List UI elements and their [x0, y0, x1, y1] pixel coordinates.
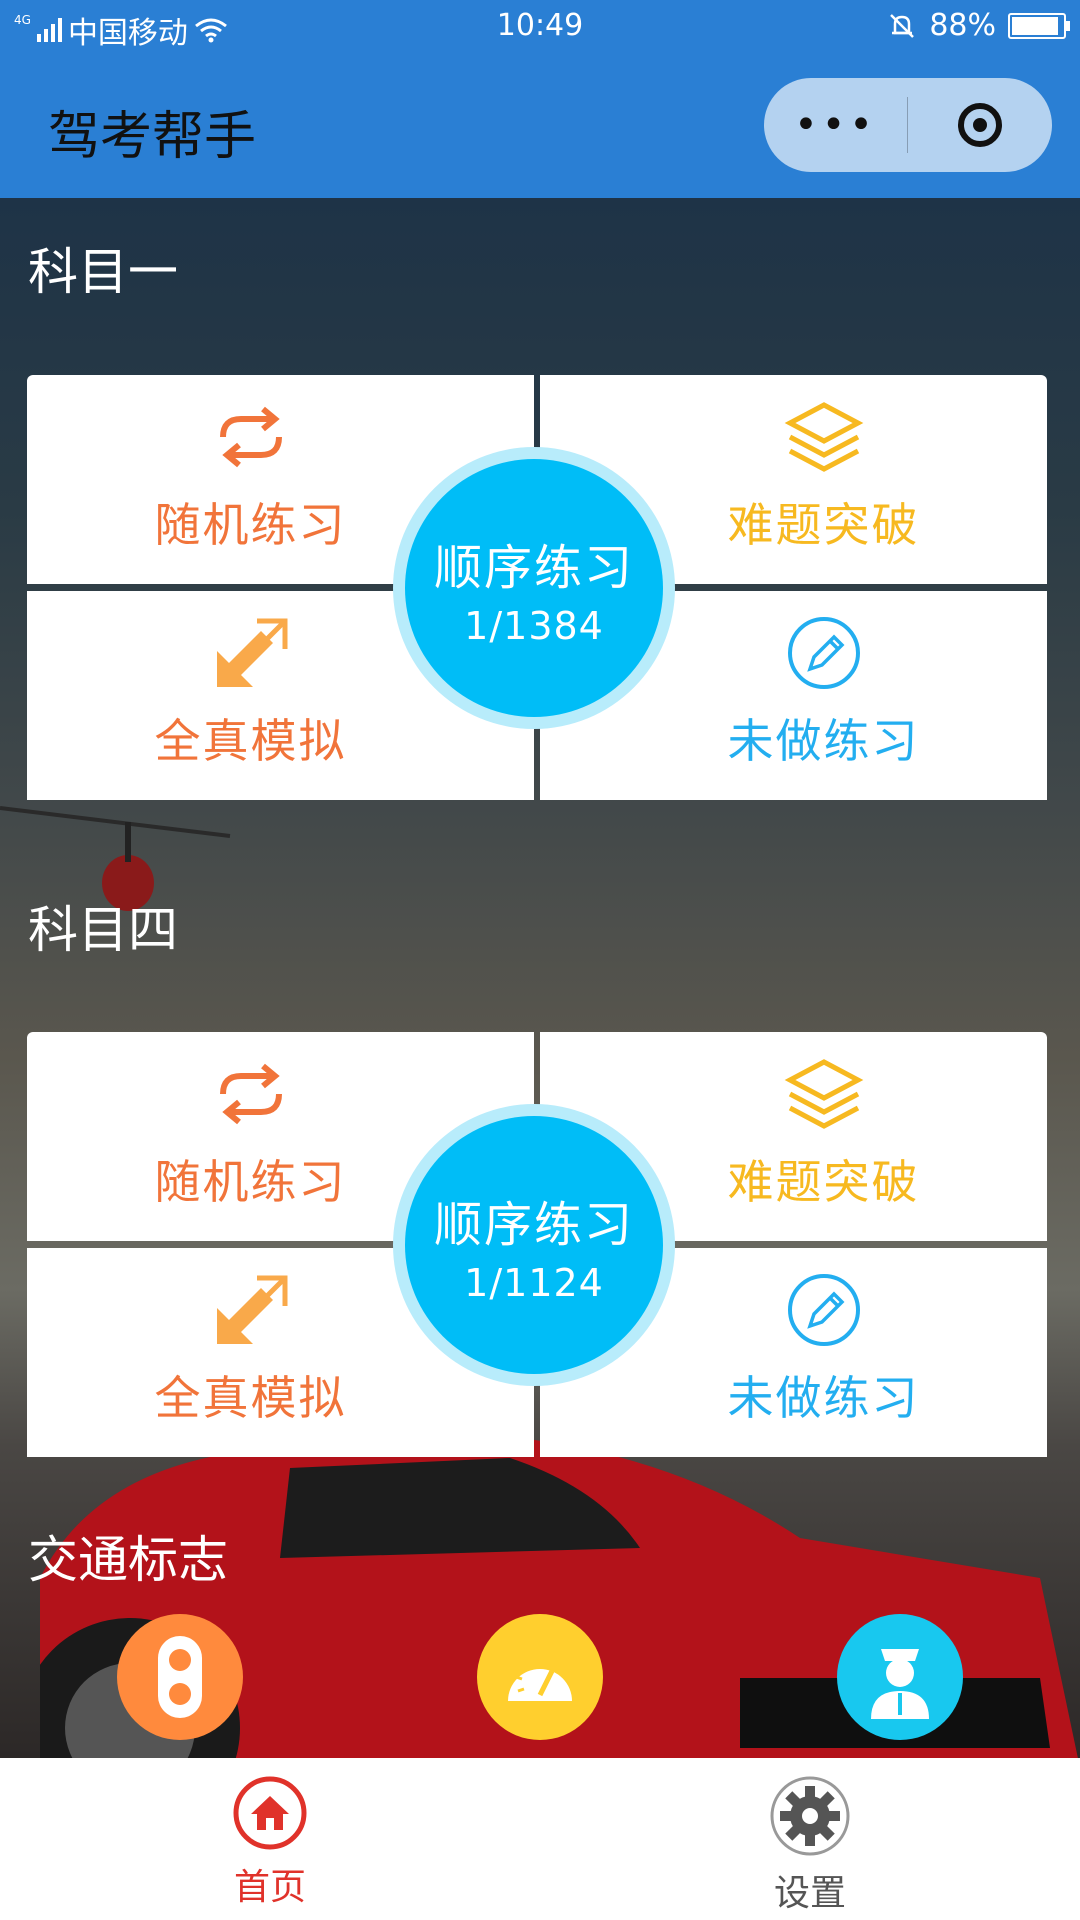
- subject1-sequential-button[interactable]: 顺序练习 1/1384: [393, 447, 675, 729]
- more-dots-icon[interactable]: •••: [764, 78, 907, 172]
- expand-arrows-icon: [216, 618, 287, 687]
- subject4-sequential-button[interactable]: 顺序练习 1/1124: [393, 1104, 675, 1386]
- subject4-sequential-label: 顺序练习: [433, 1197, 634, 1253]
- page-title: 驾考帮手: [48, 107, 257, 167]
- subject1-grid: 随机练习 难题突破 全真模拟 未做练习 顺序练习 1/1384: [27, 375, 1053, 800]
- home-icon: [233, 1776, 307, 1850]
- subject1-undone-label: 未做练习: [727, 714, 920, 768]
- subject4-title: 科目四: [28, 901, 178, 959]
- layers-icon: [784, 1059, 863, 1129]
- tab-settings-label: 设置: [773, 1873, 846, 1914]
- gear-icon: [770, 1776, 850, 1856]
- target-close-icon: [958, 103, 1002, 147]
- layers-icon: [784, 402, 863, 472]
- subject4-mock-label: 全真模拟: [154, 1371, 347, 1425]
- shuffle-icon: [219, 1063, 282, 1125]
- tab-home-label: 首页: [233, 1867, 306, 1908]
- pencil-circle-icon: [787, 617, 860, 689]
- bell-muted-icon: [890, 13, 915, 38]
- traffic-title: 交通标志: [28, 1531, 228, 1589]
- traffic-police-icon: [871, 1649, 929, 1719]
- traffic-light-button[interactable]: [117, 1614, 243, 1740]
- subject1-progress: 1/1384: [464, 604, 604, 648]
- subject1-random-label: 随机练习: [154, 498, 347, 552]
- shuffle-icon: [219, 406, 282, 468]
- subject4-progress: 1/1124: [464, 1261, 604, 1305]
- subject4-undone-label: 未做练习: [727, 1371, 920, 1425]
- battery-percent: 88%: [929, 8, 996, 43]
- title-bar: 驾考帮手 •••: [0, 54, 1080, 198]
- subject1-mock-label: 全真模拟: [154, 714, 347, 768]
- expand-arrows-icon: [216, 1275, 287, 1344]
- tab-home[interactable]: 首页: [170, 1774, 370, 1910]
- speedometer-icon: [508, 1659, 572, 1701]
- speedometer-button[interactable]: [477, 1614, 603, 1740]
- battery-icon: [1008, 12, 1070, 39]
- subject1-hard-label: 难题突破: [727, 498, 920, 552]
- pencil-circle-icon: [787, 1274, 860, 1346]
- subject4-grid: 随机练习 难题突破 全真模拟 未做练习 顺序练习 1/1124: [27, 1032, 1053, 1457]
- subject4-hard-label: 难题突破: [727, 1155, 920, 1209]
- subject1-title: 科目一: [28, 243, 178, 301]
- close-button[interactable]: [908, 78, 1052, 172]
- subject4-random-label: 随机练习: [154, 1155, 347, 1209]
- status-bar: 4G 中国移动 10:49 88%: [0, 0, 1080, 54]
- subject1-sequential-label: 顺序练习: [433, 540, 634, 596]
- traffic-light-icon: [158, 1636, 202, 1718]
- capsule-menu: •••: [764, 78, 1052, 172]
- traffic-police-button[interactable]: [837, 1614, 963, 1740]
- tab-settings[interactable]: 设置: [710, 1774, 910, 1916]
- tab-bar: 首页 设置: [0, 1758, 1080, 1920]
